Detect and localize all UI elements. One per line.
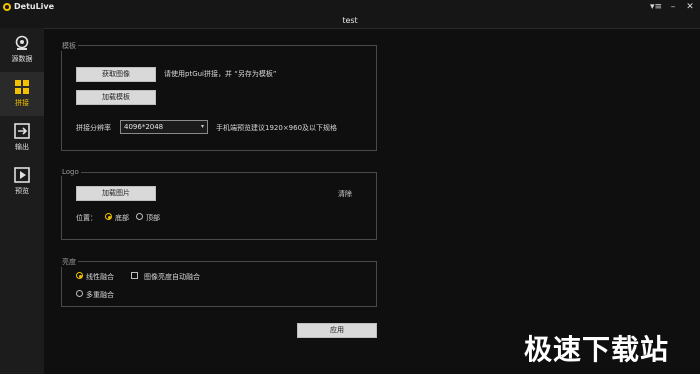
load-template-button[interactable]: 加载模板 (76, 90, 156, 105)
template-hint: 请使用ptGui拼接，并 “另存为模板” (164, 70, 277, 78)
chevron-down-icon: ▾ (200, 123, 204, 130)
auto-brightness-label: 图像亮度自动融合 (144, 273, 200, 281)
sidebar: 源数据 拼接 输出 预览 (0, 28, 44, 374)
radio-bottom-label: 底部 (115, 214, 129, 222)
resolution-label: 拼接分辨率 (76, 124, 111, 132)
radio-top[interactable] (136, 213, 143, 220)
radio-top-label: 顶部 (146, 214, 160, 222)
radio-linear-blend-label: 线性融合 (86, 273, 114, 281)
camera-icon (15, 35, 29, 50)
sidebar-item-label: 预览 (15, 187, 29, 195)
brightness-group (61, 261, 377, 307)
brightness-group-legend: 亮度 (60, 257, 78, 267)
apply-button[interactable]: 应用 (297, 323, 377, 338)
radio-multi-blend-label: 多重融合 (86, 291, 114, 299)
sidebar-item-label: 源数据 (11, 55, 33, 63)
sidebar-item-source[interactable]: 源数据 (0, 28, 44, 72)
sidebar-item-output[interactable]: 输出 (0, 116, 44, 160)
sidebar-item-preview[interactable]: 预览 (0, 160, 44, 204)
app-logo-icon (3, 3, 11, 11)
resolution-select[interactable]: 4096*2048 ▾ (120, 120, 208, 134)
watermark: 极速下载站 (524, 333, 670, 366)
get-image-button[interactable]: 获取图像 (76, 67, 156, 82)
template-group-legend: 模板 (60, 41, 78, 51)
minimize-icon[interactable]: – (667, 1, 679, 13)
radio-multi-blend[interactable] (76, 290, 83, 297)
export-icon (14, 123, 30, 139)
radio-bottom[interactable] (105, 213, 112, 220)
radio-linear-blend[interactable] (76, 272, 83, 279)
clear-button[interactable]: 清除 (338, 189, 352, 199)
app-name: DetuLive (14, 2, 55, 11)
close-icon[interactable]: ✕ (684, 1, 696, 13)
load-image-button[interactable]: 加载图片 (76, 186, 156, 201)
title-bar (0, 0, 700, 14)
sidebar-item-label: 拼接 (15, 99, 29, 107)
logo-group (61, 172, 377, 240)
auto-brightness-checkbox[interactable] (131, 272, 138, 279)
project-title: test (342, 16, 358, 25)
logo-group-legend: Logo (60, 168, 81, 176)
sidebar-item-label: 输出 (15, 143, 29, 151)
play-icon (14, 167, 30, 183)
mobile-preview-hint: 手机端预览建议1920×960及以下规格 (216, 124, 338, 132)
resolution-value: 4096*2048 (124, 123, 164, 131)
position-label: 位置： (76, 214, 97, 222)
sidebar-item-stitch[interactable]: 拼接 (0, 72, 44, 116)
stitch-grid-icon (15, 80, 29, 94)
menu-icon[interactable]: ▾≡ (650, 1, 662, 13)
